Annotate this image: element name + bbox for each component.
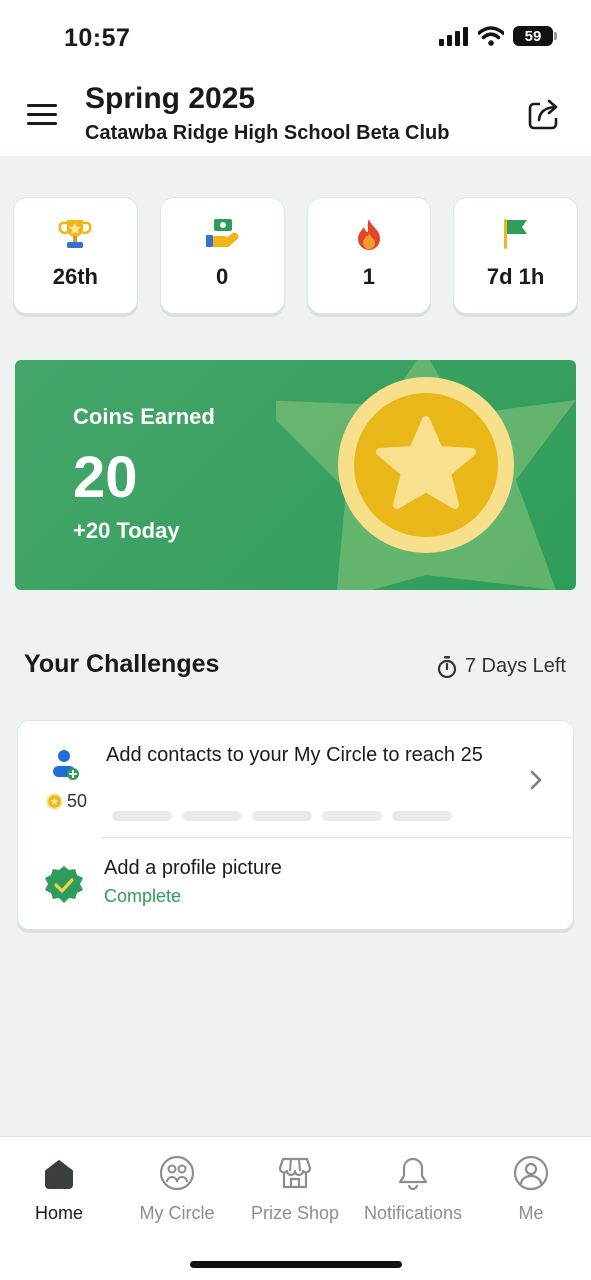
- tab-label: My Circle: [139, 1203, 215, 1223]
- user-icon: [513, 1155, 549, 1191]
- flame-icon: [357, 219, 380, 250]
- days-left: 7 Days Left: [437, 655, 566, 678]
- tab-my-circle[interactable]: My Circle: [118, 1147, 236, 1224]
- home-icon: [45, 1160, 73, 1189]
- battery-indicator: 59: [513, 26, 557, 46]
- challenge-status: Complete: [104, 886, 182, 906]
- challenge-reward: 50: [46, 791, 87, 812]
- share-icon[interactable]: [525, 96, 561, 132]
- chevron-right-icon[interactable]: [529, 769, 543, 791]
- shop-icon: [278, 1157, 312, 1189]
- progress-segment: [322, 811, 382, 821]
- tab-notifications[interactable]: Notifications: [354, 1147, 472, 1224]
- tab-label: Notifications: [363, 1203, 463, 1223]
- status-icons: 59: [439, 26, 557, 46]
- days-left-text: 7 Days Left: [464, 655, 566, 677]
- tab-home[interactable]: Home: [0, 1147, 118, 1224]
- hand-money-icon: [206, 219, 239, 247]
- challenge-text[interactable]: Add contacts to your My Circle to reach …: [106, 741, 496, 770]
- progress-segment: [112, 811, 172, 821]
- challenge-text[interactable]: Add a profile picture: [104, 857, 282, 880]
- add-contact-icon: [53, 750, 79, 780]
- hamburger-menu-icon[interactable]: [27, 104, 57, 126]
- stat-card-time-left[interactable]: 7d 1h: [453, 197, 578, 314]
- stat-value: 0: [216, 264, 229, 289]
- challenge-progress: [112, 811, 452, 821]
- bottom-tab-bar: Home My Circle Prize Shop Notifications …: [0, 1136, 591, 1280]
- timer-icon: [437, 655, 456, 678]
- status-time: 10:57: [64, 24, 131, 52]
- trophy-icon: [58, 220, 93, 248]
- progress-segment: [252, 811, 312, 821]
- check-badge-icon: [45, 866, 83, 903]
- progress-segment: [182, 811, 242, 821]
- stats-row: 26th 0 1 7d 1h: [13, 197, 578, 314]
- coins-label: Coins Earned: [73, 404, 215, 429]
- tab-label: Prize Shop: [250, 1203, 340, 1223]
- coin-icon: [46, 793, 63, 810]
- stat-value: 1: [362, 264, 375, 289]
- wifi-icon: [478, 26, 504, 46]
- page-subtitle: Catawba Ridge High School Beta Club: [85, 122, 450, 144]
- challenges-card: 50 Add contacts to your My Circle to rea…: [17, 720, 574, 930]
- reward-amount: 50: [67, 791, 88, 811]
- tab-label: Me: [518, 1203, 544, 1223]
- divider: [102, 837, 573, 838]
- coins-value: 20: [73, 445, 138, 510]
- challenges-title: Your Challenges: [24, 650, 220, 678]
- bell-icon: [398, 1157, 428, 1191]
- circle-faces-icon: [159, 1155, 195, 1191]
- coin-star-icon: [276, 360, 576, 590]
- app-header: Spring 2025 Catawba Ridge High School Be…: [0, 78, 591, 156]
- stat-value: 26th: [52, 264, 98, 289]
- stat-value: 7d 1h: [486, 264, 545, 289]
- tab-prize-shop[interactable]: Prize Shop: [236, 1147, 354, 1224]
- stat-card-rank[interactable]: 26th: [13, 197, 138, 314]
- coins-earned-card: Coins Earned 20 +20 Today: [15, 360, 576, 590]
- stat-card-donations[interactable]: 0: [159, 197, 285, 314]
- signal-icon: [439, 27, 468, 46]
- coins-today: +20 Today: [73, 518, 180, 543]
- tab-me[interactable]: Me: [472, 1147, 590, 1224]
- home-indicator: [190, 1261, 402, 1268]
- status-bar: 10:57 59: [0, 0, 591, 78]
- page-title: Spring 2025: [85, 82, 256, 115]
- progress-segment: [392, 811, 452, 821]
- stat-card-streak[interactable]: 1: [306, 197, 432, 314]
- flag-icon: [503, 219, 527, 249]
- tab-label: Home: [34, 1203, 83, 1223]
